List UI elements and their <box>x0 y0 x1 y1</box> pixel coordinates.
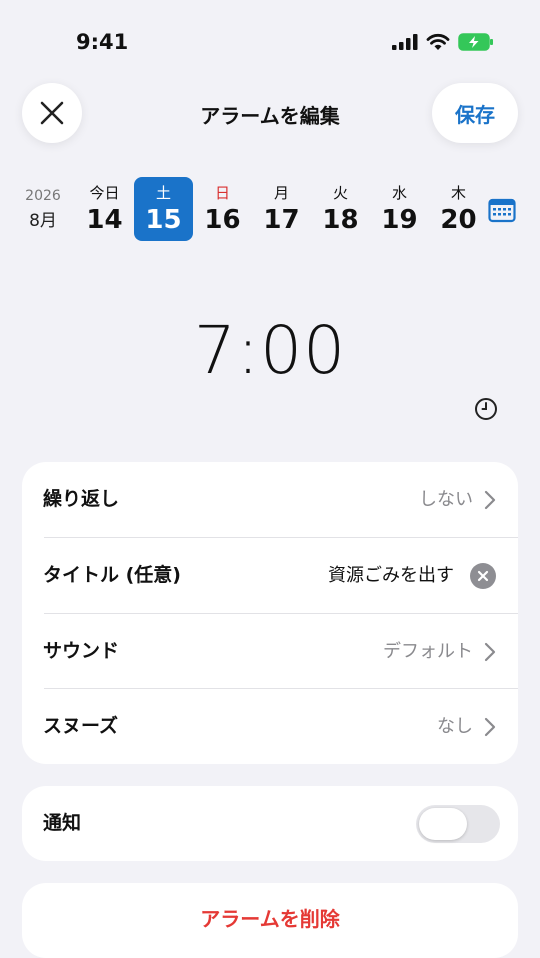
day-item[interactable]: 木 20 <box>429 177 488 241</box>
day-item[interactable]: 火 18 <box>311 177 370 241</box>
repeat-row[interactable]: 繰り返し しない <box>22 462 518 537</box>
title-row[interactable]: タイトル (任意) 資源ごみを出す <box>22 538 518 613</box>
snooze-label: スヌーズ <box>43 715 119 737</box>
sound-value: デフォルト <box>383 641 473 662</box>
status-bar: 9:41 <box>0 0 540 80</box>
status-icons <box>392 33 494 51</box>
day-selected[interactable]: 土 15 <box>134 177 193 241</box>
title-label: タイトル (任意) <box>43 564 181 586</box>
notify-row: 通知 <box>22 786 518 861</box>
clear-title-button[interactable] <box>470 563 496 589</box>
chevron-right-icon <box>484 717 496 737</box>
notify-label: 通知 <box>43 812 82 834</box>
day-num: 14 <box>86 205 123 235</box>
wifi-icon <box>426 33 450 50</box>
save-button[interactable]: 保存 <box>432 83 518 143</box>
battery-charging-icon <box>458 33 493 51</box>
notify-card: 通知 <box>22 786 518 861</box>
day-sunday[interactable]: 日 16 <box>193 177 252 241</box>
day-num: 15 <box>145 205 182 235</box>
day-item[interactable]: 水 19 <box>370 177 429 241</box>
day-num: 20 <box>440 205 477 235</box>
day-num: 18 <box>322 205 359 235</box>
day-dow: 月 <box>273 184 289 202</box>
day-dow: 今日 <box>89 184 120 202</box>
day-dow: 土 <box>155 184 171 202</box>
day-dow: 火 <box>332 184 348 202</box>
year-text: 2026 <box>25 188 61 204</box>
status-time: 9:41 <box>76 30 129 54</box>
day-dow: 木 <box>450 184 466 202</box>
day-num: 19 <box>381 205 418 235</box>
day-dow: 水 <box>391 184 407 202</box>
chevron-right-icon <box>484 490 496 510</box>
notify-toggle[interactable] <box>416 805 500 843</box>
month-label: 2026 8月 <box>22 188 64 231</box>
day-today[interactable]: 今日 14 <box>75 177 134 241</box>
clear-icon <box>477 570 489 582</box>
snooze-row[interactable]: スヌーズ なし <box>22 689 518 764</box>
day-num: 16 <box>204 205 241 235</box>
repeat-label: 繰り返し <box>43 488 120 510</box>
calendar-icon[interactable] <box>488 197 516 223</box>
alarm-time[interactable]: 7:00 <box>0 312 540 389</box>
day-num: 17 <box>263 205 300 235</box>
clock-icon[interactable] <box>474 397 498 421</box>
day-item[interactable]: 月 17 <box>252 177 311 241</box>
repeat-value: しない <box>419 489 473 510</box>
toggle-knob <box>419 808 467 840</box>
sound-row[interactable]: サウンド デフォルト <box>22 614 518 689</box>
day-dow: 日 <box>214 184 230 202</box>
snooze-value: なし <box>437 716 473 737</box>
sound-label: サウンド <box>43 640 120 662</box>
delete-card[interactable]: アラームを削除 <box>22 883 518 958</box>
signal-icon <box>392 34 418 50</box>
settings-card: 繰り返し しない タイトル (任意) 資源ごみを出す サウンド デフォルト スヌ… <box>22 462 518 764</box>
title-value[interactable]: 資源ごみを出す <box>328 538 454 613</box>
chevron-right-icon <box>484 642 496 662</box>
month-text: 8月 <box>29 211 57 231</box>
